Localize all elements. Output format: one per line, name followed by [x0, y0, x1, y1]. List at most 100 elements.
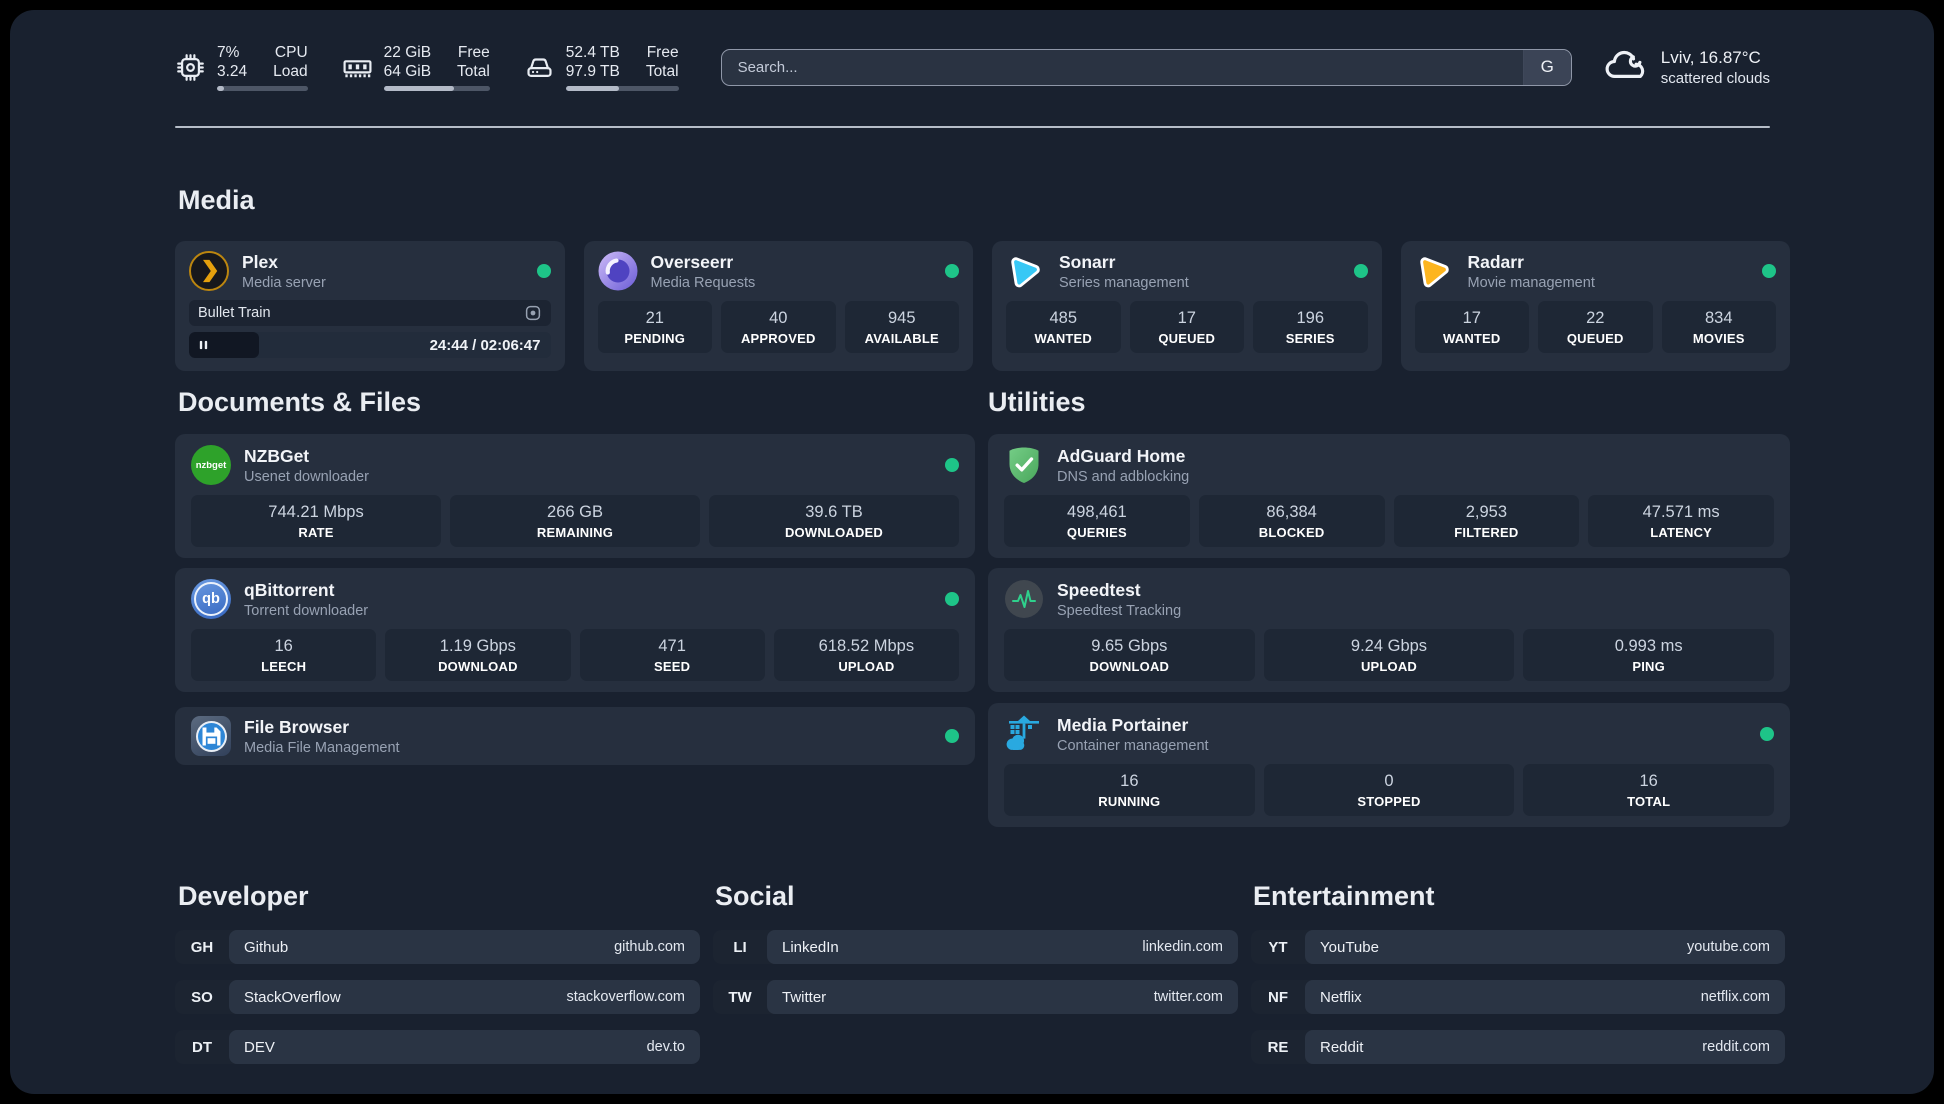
section-title-developer: Developer	[178, 881, 309, 911]
stat-value: 16	[274, 636, 293, 655]
bookmark-dev[interactable]: DT DEV dev.to	[175, 1030, 700, 1064]
stat-box: 86,384 BLOCKED	[1198, 495, 1385, 547]
bookmark-github[interactable]: GH Github github.com	[175, 930, 700, 964]
usage-bar	[383, 86, 490, 92]
sys-stat-label: Free	[457, 43, 490, 61]
stat-label: DOWNLOADED	[784, 524, 884, 540]
stat-value: 498,461	[1067, 502, 1127, 521]
app-subtitle: Media server	[242, 274, 326, 291]
links-entertainment: YT YouTube youtube.com NF Netflix netflix.com…	[1251, 930, 1785, 1064]
stat-box: 16 RUNNING	[1004, 764, 1255, 816]
stat-value: 266 GB	[547, 502, 603, 521]
app-title: Speedtest	[1057, 579, 1141, 600]
app-title: qBittorrent	[244, 579, 335, 600]
app-card-media-portainer[interactable]: Media Portainer Container management 16 RUN…	[988, 703, 1790, 827]
stat-label: LATENCY	[1650, 524, 1713, 540]
bookmark-url: linkedin.com	[1142, 939, 1223, 955]
stat-box: 40 APPROVED	[721, 301, 836, 353]
stat-box: 16 LEECH	[191, 629, 377, 681]
section-title-social: Social	[715, 881, 795, 911]
usage-bar	[565, 86, 679, 92]
stat-label: STOPPED	[1357, 793, 1421, 809]
app-card-nzbget[interactable]: nzbget NZBGet Usenet downloader 744.21 Mbps…	[175, 434, 975, 558]
stat-box: 47.571 ms LATENCY	[1588, 495, 1774, 547]
bookmark-abbr: LI	[733, 938, 747, 956]
app-card-overseerr[interactable]: Overseerr Media Requests 21 PENDING 40 APPROV…	[583, 241, 973, 371]
bookmark-url: stackoverflow.com	[566, 989, 685, 1005]
sys-stat-value: 22 GiB	[383, 43, 432, 61]
system-stats: 7% 3.24 CPU Load 22 GiB 64 GiB Free Total 52.4 T…	[175, 43, 679, 92]
dashboard: 7% 3.24 CPU Load 22 GiB 64 GiB Free Total 52.4 T…	[10, 10, 1934, 1094]
app-subtitle: Movie management	[1467, 274, 1595, 291]
app-card-file-browser[interactable]: File Browser Media File Management	[175, 707, 975, 765]
bookmark-url: twitter.com	[1153, 989, 1223, 1005]
app-stats: 16 LEECH 1.19 Gbps DOWNLOAD 471 SEED 618.52 Mb…	[191, 629, 959, 681]
bookmark-reddit[interactable]: RE Reddit reddit.com	[1251, 1030, 1785, 1064]
bookmark-name: Twitter	[782, 988, 827, 1006]
adguard-shield-icon	[1004, 445, 1044, 485]
bookmark-linkedin[interactable]: LI LinkedIn linkedin.com	[713, 930, 1238, 964]
bookmark-url: youtube.com	[1686, 939, 1770, 955]
links-social: LI LinkedIn linkedin.com TW Twitter twitter.c…	[713, 930, 1238, 1014]
stat-label: RATE	[298, 524, 334, 540]
app-card-sonarr[interactable]: Sonarr Series management 485 WANTED 17 QUEUED…	[992, 241, 1382, 371]
app-stats: 485 WANTED 17 QUEUED 196 SERIES	[1006, 301, 1368, 353]
sys-stat-value: 3.24	[217, 63, 248, 80]
stat-label: REMAINING	[536, 524, 614, 540]
bookmark-abbr: GH	[190, 938, 214, 956]
stat-box: 17 QUEUED	[1129, 301, 1244, 353]
status-online-dot	[1760, 727, 1774, 741]
stat-box: 498,461 QUERIES	[1004, 495, 1190, 547]
bookmark-stackoverflow[interactable]: SO StackOverflow stackoverflow.com	[175, 980, 700, 1014]
stat-value: 86,384	[1266, 502, 1317, 521]
app-subtitle: DNS and adblocking	[1057, 468, 1190, 485]
app-card-radarr[interactable]: Radarr Movie management 17 WANTED 22 QUEUED 83…	[1400, 241, 1790, 371]
bookmark-twitter[interactable]: TW Twitter twitter.com	[713, 980, 1238, 1014]
stat-label: WANTED	[1442, 330, 1501, 346]
status-online-dot	[945, 458, 959, 472]
stat-value: 618.52 Mbps	[818, 636, 915, 655]
bookmark-name: Netflix	[1320, 988, 1362, 1006]
weather-location-temp: Lviv, 16.87°C	[1660, 47, 1761, 67]
bookmark-url: dev.to	[646, 1039, 685, 1055]
app-card-adguard-home[interactable]: AdGuard Home DNS and adblocking 498,461 QUE…	[988, 434, 1790, 558]
ram-icon	[342, 52, 373, 83]
app-subtitle: Series management	[1059, 274, 1189, 291]
stat-value: 945	[887, 308, 916, 327]
media-session-title: Bullet Train	[198, 305, 271, 321]
stat-box: 485 WANTED	[1006, 301, 1121, 353]
stat-label: MOVIES	[1692, 330, 1745, 346]
app-card-plex[interactable]: Plex Media server Bullet Train 24:44 / 02:0…	[175, 241, 565, 371]
stat-label: SEED	[654, 658, 691, 674]
weather-widget[interactable]: Lviv, 16.87°C scattered clouds	[1602, 47, 1770, 87]
stat-label: LEECH	[261, 658, 307, 674]
app-card-speedtest[interactable]: Speedtest Speedtest Tracking 9.65 Gbps DOWN…	[988, 568, 1790, 692]
bookmark-name: LinkedIn	[782, 938, 839, 956]
sys-stat-value: 7%	[217, 43, 240, 61]
bookmark-youtube[interactable]: YT YouTube youtube.com	[1251, 930, 1785, 964]
media-session-row: Bullet Train	[189, 300, 551, 326]
stat-value: 9.24 Gbps	[1350, 636, 1428, 655]
system-stat-disk: 52.4 TB 97.9 TB Free Total	[524, 43, 679, 92]
stat-label: APPROVED	[740, 330, 816, 346]
bookmark-url: netflix.com	[1700, 989, 1770, 1005]
sys-stat-label: Total	[457, 63, 490, 80]
app-card-qbittorrent[interactable]: qb qBittorrent Torrent downloader 16 LEECH 1.…	[175, 568, 975, 692]
usage-bar	[217, 86, 308, 92]
bookmark-url: reddit.com	[1702, 1039, 1770, 1055]
stat-label: PING	[1632, 658, 1665, 674]
portainer-icon	[1004, 714, 1044, 754]
stat-value: 47.571 ms	[1642, 502, 1720, 521]
bookmark-netflix[interactable]: NF Netflix netflix.com	[1251, 980, 1785, 1014]
bookmark-abbr: DT	[192, 1038, 212, 1056]
app-stats: 9.65 Gbps DOWNLOAD 9.24 Gbps UPLOAD 0.993 ms…	[1004, 629, 1774, 681]
radarr-icon	[1415, 251, 1455, 291]
app-title: Overseerr	[650, 251, 734, 272]
stat-label: DOWNLOAD	[438, 658, 518, 674]
stat-value: 485	[1049, 308, 1078, 327]
search-input[interactable]	[721, 49, 1523, 85]
stat-box: 9.24 Gbps UPLOAD	[1263, 629, 1515, 681]
search-engine-button[interactable]: G	[1522, 49, 1571, 85]
pause-button[interactable]	[198, 339, 209, 351]
app-title: Sonarr	[1059, 251, 1116, 272]
